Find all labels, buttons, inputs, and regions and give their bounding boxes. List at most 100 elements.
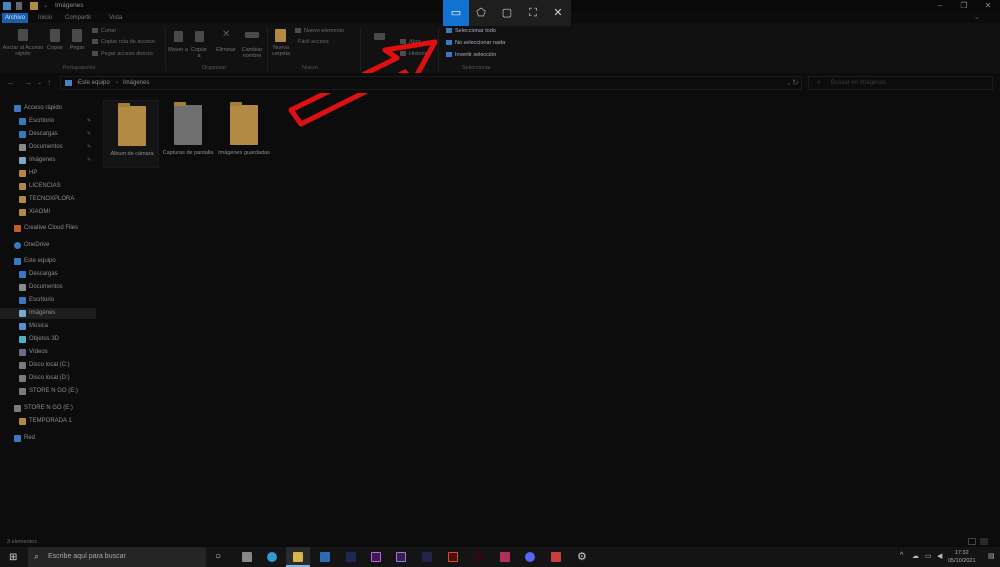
nav-item-xiaomi[interactable]: XIAOMI (0, 207, 96, 218)
after-effects-icon[interactable] (396, 552, 406, 562)
breadcrumb[interactable]: › Este equipo › Imágenes ⌄ (60, 76, 802, 90)
address-dropdown-icon[interactable]: ⌄ (786, 80, 791, 87)
nav-item-hp[interactable]: HP (0, 168, 96, 179)
folder-label: Capturas de pantalla (162, 150, 214, 156)
properties-icon[interactable] (16, 2, 22, 10)
group-label-organize: Organizar (202, 65, 227, 71)
nav-pc-disco-d[interactable]: Disco local (D:) (0, 373, 96, 384)
select-all-button[interactable]: Seleccionar todo (446, 28, 496, 34)
fullscreen-snip-button[interactable]: ⛶ (520, 0, 546, 26)
nav-creative-cloud[interactable]: Creative Cloud Files (0, 223, 96, 234)
nav-pc-documentos[interactable]: Documentos (0, 282, 96, 293)
nav-item-licencias[interactable]: LICENCIAS (0, 181, 96, 192)
folder-label: Imágenes guardadas (218, 150, 270, 156)
pictures-icon (19, 310, 26, 317)
task-view-icon[interactable]: ○ (215, 551, 221, 562)
invert-selection-button[interactable]: Invertir selección (446, 52, 496, 58)
nav-pc-disco-c[interactable]: Disco local (C:) (0, 360, 96, 371)
freeform-snip-button[interactable]: ⬠ (468, 0, 494, 26)
nav-pc-musica[interactable]: Música (0, 321, 96, 332)
nav-item-tecnoxplora[interactable]: TECNOXPLORA (0, 194, 96, 205)
select-none-button[interactable]: No seleccionar nada (446, 40, 505, 46)
documents-icon (19, 284, 26, 291)
rectangular-snip-button[interactable]: ▭ (443, 0, 469, 26)
copy-path-button[interactable]: Copiar ruta de acceso (92, 39, 155, 45)
mail-icon[interactable] (320, 552, 330, 562)
breadcrumb-images[interactable]: Imágenes (123, 80, 149, 86)
nav-pc-objetos-3d[interactable]: Objetos 3D (0, 334, 96, 345)
copy-to-button[interactable]: Copiar a (189, 47, 209, 59)
nav-pc-videos[interactable]: Vídeos (0, 347, 96, 358)
app-icon[interactable] (500, 552, 510, 562)
network-icon[interactable]: ▭ (925, 552, 932, 560)
cloud-icon[interactable]: ☁ (912, 552, 919, 560)
nav-usb-temporada[interactable]: TEMPORADA 1 (0, 416, 96, 427)
taskbar-search[interactable]: ⌕ Escribe aquí para buscar (28, 547, 206, 567)
new-folder-icon[interactable] (30, 2, 38, 10)
nav-pc-imagenes[interactable]: Imágenes (0, 308, 96, 319)
nav-network[interactable]: Red (0, 433, 96, 444)
large-icons-view-icon[interactable] (980, 538, 988, 545)
folder-album-camara[interactable]: Álbum de cámara (103, 100, 159, 168)
windows-start-icon[interactable]: ⊞ (9, 552, 17, 563)
nav-quick-access[interactable]: Acceso rápido (0, 103, 96, 114)
tab-compartir[interactable]: Compartir (62, 13, 94, 23)
illustrator-icon[interactable] (448, 552, 458, 562)
notification-icon[interactable]: ▤ (988, 552, 995, 560)
pin-quick-access-button[interactable]: Anclar al Acceso rápido (2, 45, 44, 57)
discord-icon[interactable] (525, 552, 535, 562)
tab-vista[interactable]: Vista (106, 13, 125, 23)
app-icon[interactable] (551, 552, 561, 562)
nav-onedrive[interactable]: OneDrive (0, 240, 96, 251)
nav-item-escritorio[interactable]: Escritorio ✎ (0, 116, 96, 127)
nav-pc-store-n-go[interactable]: STORE N GO (E:) (0, 386, 96, 397)
edge-icon[interactable] (267, 552, 277, 562)
nav-this-pc[interactable]: Este equipo (0, 256, 96, 267)
group-label-clipboard: Portapapeles (63, 65, 96, 71)
forward-arrow-icon[interactable]: → (24, 78, 32, 87)
folder-icon (19, 209, 26, 216)
folder-capturas-pantalla[interactable]: Capturas de pantalla (160, 100, 216, 168)
nav-item-descargas[interactable]: Descargas ✎ (0, 129, 96, 140)
details-view-icon[interactable] (968, 538, 976, 545)
back-arrow-icon[interactable]: ← (7, 78, 15, 87)
tab-archivo[interactable]: Archivo (2, 13, 29, 23)
refresh-icon[interactable]: ↻ (792, 78, 799, 87)
nav-pc-descargas[interactable]: Descargas (0, 269, 96, 280)
media-encoder-icon[interactable] (474, 552, 484, 562)
clock[interactable]: 17:32 05/10/2021 (948, 549, 976, 565)
settings-gear-icon[interactable]: ⚙ (577, 550, 587, 563)
rename-button[interactable]: Cambiar nombre (238, 47, 266, 59)
paste-shortcut-button[interactable]: Pegar acceso directo (92, 51, 153, 57)
paste-button[interactable]: Pegar (67, 45, 87, 51)
photoshop-icon[interactable] (346, 552, 356, 562)
show-hidden-icons-icon[interactable]: ^ (900, 552, 903, 559)
up-arrow-icon[interactable]: ↑ (47, 78, 51, 87)
premiere-icon[interactable] (371, 552, 381, 562)
customize-chevron-icon[interactable]: ⌄ (43, 2, 49, 10)
expand-ribbon-icon[interactable]: ⌄ (974, 13, 980, 21)
window-snip-button[interactable]: ▢ (494, 0, 520, 26)
volume-icon[interactable]: ◀ (937, 552, 942, 560)
cut-button[interactable]: Cortar (92, 28, 116, 34)
maximize-button[interactable]: ❐ (952, 0, 976, 12)
widgets-icon[interactable] (242, 552, 252, 562)
folder-imagenes-guardadas[interactable]: Imágenes guardadas (216, 100, 272, 168)
tab-inicio[interactable]: Inicio (35, 13, 55, 23)
nav-item-documentos[interactable]: Documentos ✎ (0, 142, 96, 153)
breadcrumb-this-pc[interactable]: Este equipo (78, 80, 110, 86)
move-to-button[interactable]: Mover a (168, 47, 188, 53)
objects-3d-icon (19, 336, 26, 343)
close-snip-button[interactable]: ✕ (545, 0, 571, 26)
nav-usb-drive[interactable]: STORE N GO (E:) (0, 403, 96, 414)
nav-item-imagenes[interactable]: Imágenes ✎ (0, 155, 96, 166)
nav-pc-escritorio[interactable]: Escritorio (0, 295, 96, 306)
delete-button[interactable]: Eliminar (214, 47, 238, 53)
close-button[interactable]: ✕ (976, 0, 1000, 12)
animate-icon[interactable] (422, 552, 432, 562)
search-box[interactable]: ⌕ Buscar en Imágenes (808, 76, 993, 90)
recent-chevron-icon[interactable]: ⌄ (37, 79, 42, 86)
minimize-button[interactable]: – (928, 0, 952, 12)
search-icon: ⌕ (34, 551, 40, 561)
copy-button[interactable]: Copiar (45, 45, 65, 51)
